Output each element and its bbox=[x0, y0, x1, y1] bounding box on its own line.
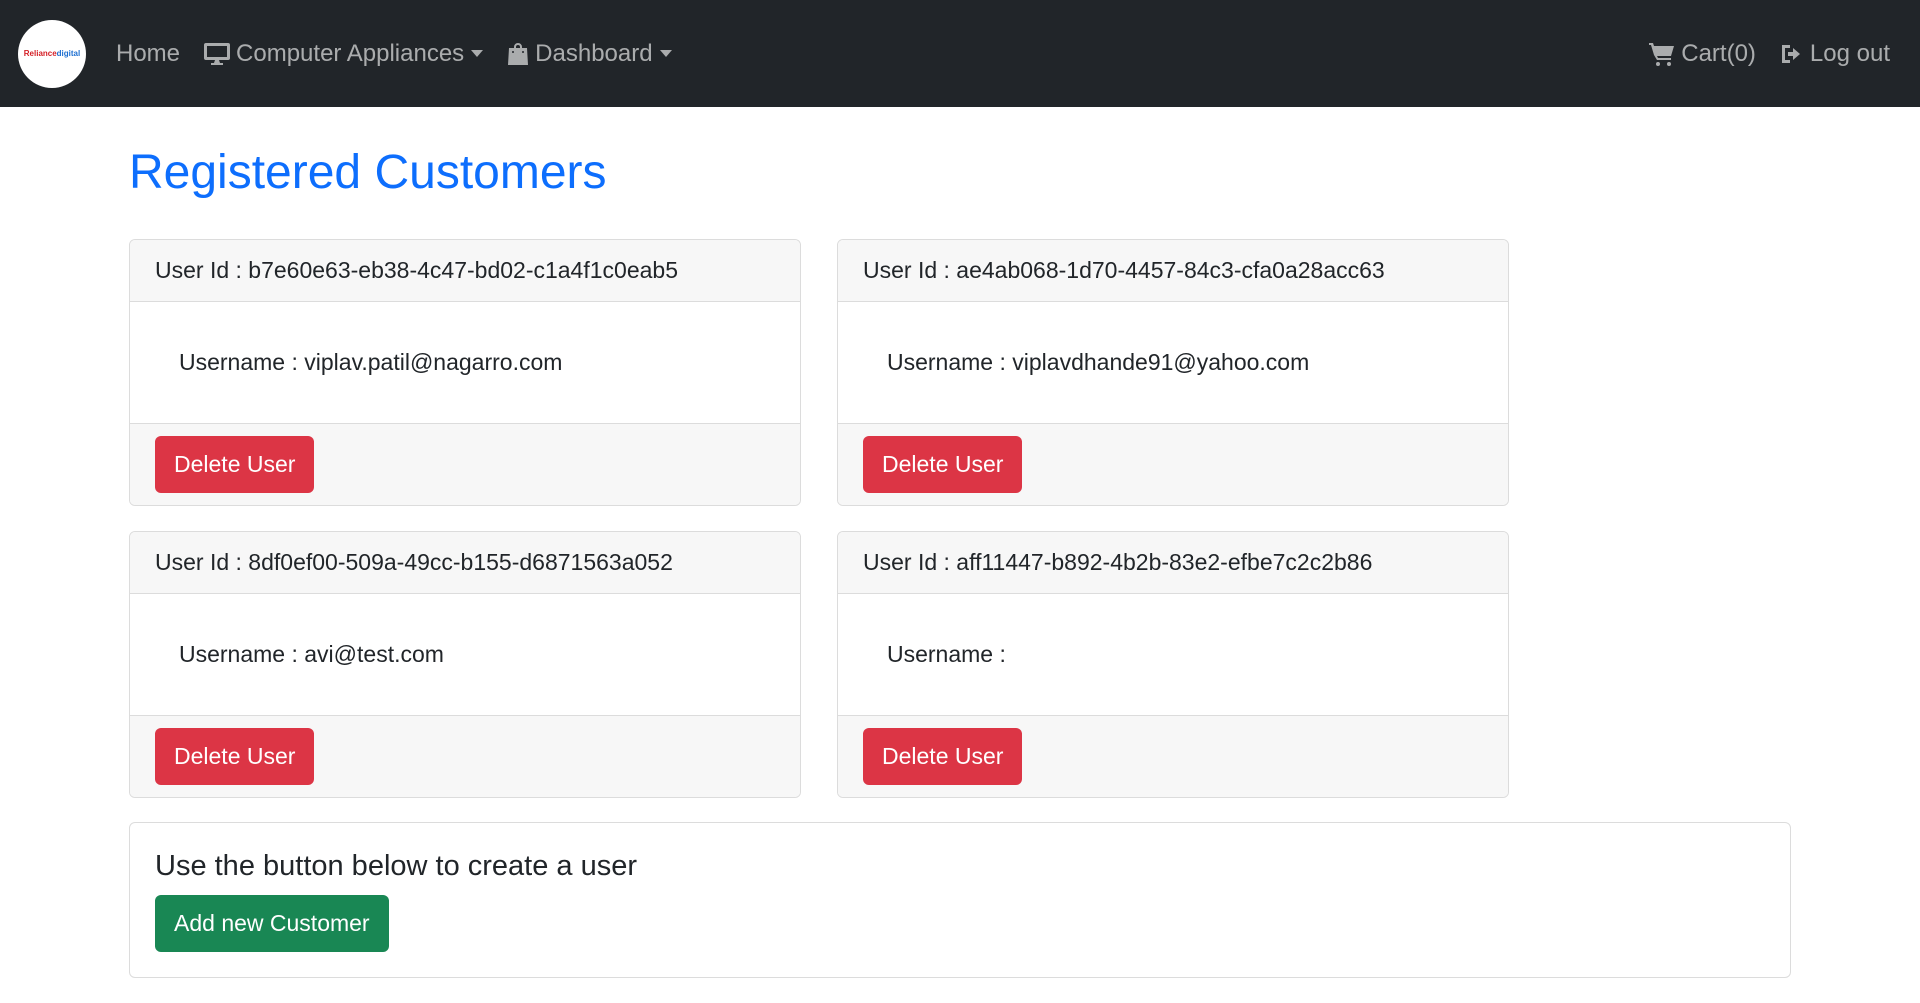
customer-username: Username : viplav.patil@nagarro.com bbox=[179, 349, 563, 375]
create-user-panel: Use the button below to create a user Ad… bbox=[129, 822, 1791, 978]
customer-card-footer: Delete User bbox=[838, 715, 1508, 797]
delete-user-button[interactable]: Delete User bbox=[863, 436, 1023, 493]
customer-username: Username : avi@test.com bbox=[179, 641, 444, 667]
shopping-bag-icon bbox=[508, 42, 529, 65]
customer-card: User Id : ae4ab068-1d70-4457-84c3-cfa0a2… bbox=[837, 239, 1509, 506]
logo-wordmark: Reliancedigital bbox=[23, 49, 81, 58]
customer-card-footer: Delete User bbox=[838, 423, 1508, 505]
chevron-down-icon bbox=[659, 50, 672, 57]
customer-user-id: User Id : ae4ab068-1d70-4457-84c3-cfa0a2… bbox=[838, 240, 1508, 302]
main-content: Registered Customers User Id : b7e60e63-… bbox=[129, 107, 1791, 978]
create-user-heading: Use the button below to create a user bbox=[155, 850, 638, 882]
customer-card-footer: Delete User bbox=[130, 715, 800, 797]
customer-user-id: User Id : aff11447-b892-4b2b-83e2-efbe7c… bbox=[838, 532, 1508, 594]
customer-user-id: User Id : b7e60e63-eb38-4c47-bd02-c1a4f1… bbox=[130, 240, 800, 302]
customer-user-id: User Id : 8df0ef00-509a-49cc-b155-d68715… bbox=[130, 532, 800, 594]
page-title: Registered Customers bbox=[129, 146, 607, 199]
customer-card-footer: Delete User bbox=[130, 423, 800, 505]
delete-user-button[interactable]: Delete User bbox=[863, 728, 1023, 785]
cart-icon bbox=[1649, 42, 1675, 66]
nav-home-label: Home bbox=[116, 39, 181, 67]
nav-dashboard-label: Dashboard bbox=[535, 39, 653, 67]
nav-logout-label: Log out bbox=[1809, 39, 1890, 67]
top-navbar: Reliancedigital Home Computer Appliances… bbox=[0, 0, 1920, 107]
nav-computer-appliances-label: Computer Appliances bbox=[236, 39, 465, 67]
add-new-customer-button[interactable]: Add new Customer bbox=[155, 895, 389, 952]
nav-computer-appliances-dropdown[interactable]: Computer Appliances bbox=[192, 40, 495, 68]
customer-username: Username : bbox=[887, 641, 1006, 667]
brand-logo[interactable]: Reliancedigital bbox=[18, 19, 86, 88]
nav-dashboard-dropdown[interactable]: Dashboard bbox=[495, 40, 683, 68]
customer-card: User Id : aff11447-b892-4b2b-83e2-efbe7c… bbox=[837, 531, 1509, 798]
nav-cart-label: Cart(0) bbox=[1681, 39, 1756, 67]
customer-username: Username : viplavdhande91@yahoo.com bbox=[887, 349, 1310, 375]
customer-cards-grid: User Id : b7e60e63-eb38-4c47-bd02-c1a4f1… bbox=[129, 239, 1791, 798]
nav-logout[interactable]: Log out bbox=[1768, 40, 1902, 68]
nav-home[interactable]: Home bbox=[104, 40, 192, 68]
nav-cart[interactable]: Cart(0) bbox=[1637, 40, 1768, 68]
delete-user-button[interactable]: Delete User bbox=[155, 728, 315, 785]
customer-card: User Id : 8df0ef00-509a-49cc-b155-d68715… bbox=[129, 531, 801, 798]
chevron-down-icon bbox=[471, 50, 484, 57]
logout-icon bbox=[1781, 44, 1800, 63]
delete-user-button[interactable]: Delete User bbox=[155, 436, 315, 493]
desktop-icon bbox=[204, 42, 231, 65]
customer-card: User Id : b7e60e63-eb38-4c47-bd02-c1a4f1… bbox=[129, 239, 801, 506]
